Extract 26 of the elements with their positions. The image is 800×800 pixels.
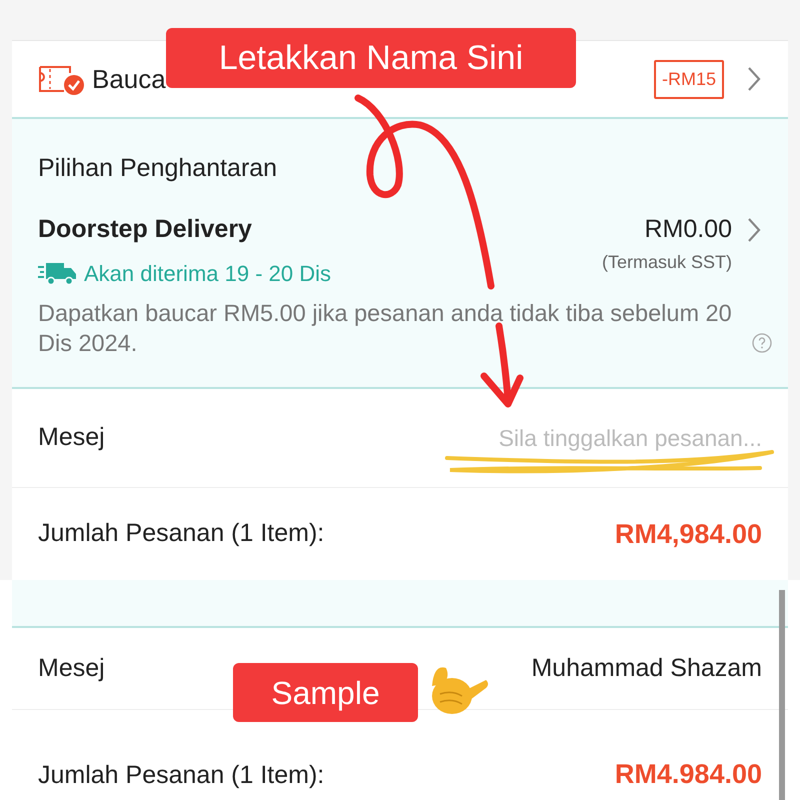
order-total-amount: RM4.984.00 (614, 758, 762, 790)
chevron-right-icon (746, 216, 762, 243)
order-total-amount: RM4,984.00 (614, 518, 762, 551)
truck-icon (38, 260, 78, 286)
message-field[interactable]: Sila tinggalkan pesanan... (422, 420, 762, 456)
hand-icon (432, 667, 488, 714)
voucher-label: Bauca (92, 62, 166, 96)
voucher-check-icon (38, 63, 84, 95)
order-total-label: Jumlah Pesanan (1 Item): (38, 760, 324, 790)
message-label: Mesej (38, 652, 105, 684)
delivery-estimate: Akan diterima 19 - 20 Dis (84, 260, 331, 288)
message-value: Muhammad Shazam (531, 652, 762, 684)
scrollbar[interactable] (779, 590, 785, 800)
help-icon[interactable] (752, 332, 772, 352)
section-heading: Pilihan Penghantaran (38, 153, 278, 183)
voucher-chevron-button[interactable] (746, 66, 762, 92)
chevron-right-icon (746, 66, 762, 92)
guarantee-text: Dapatkan baucar RM5.00 jika pesanan anda tidak tiba sebelum 20 Dis 2024. (38, 298, 733, 358)
order-total-label: Jumlah Pesanan (1 Item): (38, 518, 324, 550)
tax-note: (Termasuk SST) (602, 250, 732, 274)
discount-tag: -RM15 (654, 60, 724, 98)
shipping-price: RM0.00 (644, 214, 732, 245)
annotation-label: Sample (233, 663, 418, 722)
delivery-method: Doorstep Delivery (38, 214, 252, 245)
annotation-label: Letakkan Nama Sini (166, 28, 576, 88)
message-label: Mesej (38, 422, 105, 454)
